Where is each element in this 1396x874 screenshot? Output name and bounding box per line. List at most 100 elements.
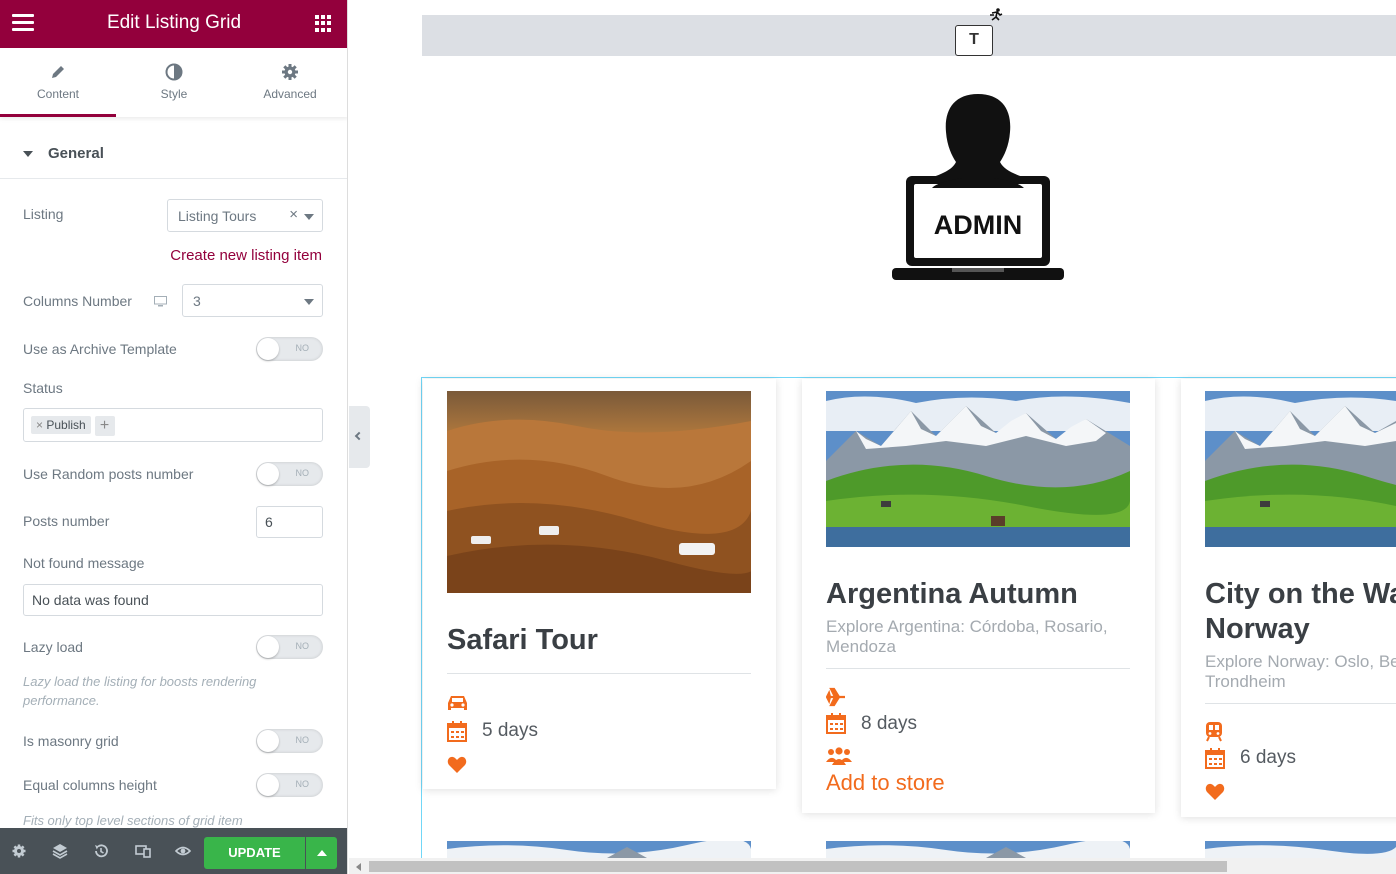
card-title-line2[interactable]: Norway: [1205, 612, 1310, 647]
panel-footer: UPDATE: [0, 828, 347, 874]
lazy-label: Lazy load: [23, 639, 83, 655]
equal-toggle[interactable]: NO: [256, 773, 323, 797]
status-tag-label: Publish: [46, 418, 86, 432]
remove-tag-icon[interactable]: ×: [36, 418, 46, 432]
notfound-label: Not found message: [23, 555, 145, 571]
mountain-image: [826, 391, 1130, 547]
pencil-icon: [52, 66, 64, 78]
status-field[interactable]: × Publish +: [23, 408, 323, 442]
chevron-down-icon: [304, 299, 314, 305]
half-circle-icon: [165, 63, 183, 81]
tab-advanced-label: Advanced: [263, 87, 317, 101]
masonry-toggle[interactable]: NO: [256, 729, 323, 753]
scrollbar-thumb[interactable]: [369, 861, 1227, 872]
tab-advanced[interactable]: Advanced: [232, 48, 347, 117]
header-section: [422, 15, 1396, 56]
panel-title: Edit Listing Grid: [106, 12, 242, 33]
equal-label: Equal columns height: [23, 777, 157, 793]
scroll-left-icon[interactable]: [356, 863, 361, 871]
desktop-icon[interactable]: [154, 296, 167, 307]
listing-label: Listing: [23, 206, 64, 222]
posts-number-input[interactable]: 6: [256, 506, 323, 538]
card-duration: 8 days: [861, 713, 917, 734]
tab-style[interactable]: Style: [116, 48, 232, 117]
notfound-input[interactable]: No data was found: [23, 584, 323, 616]
create-listing-link[interactable]: Create new listing item: [170, 247, 322, 264]
card-duration: 5 days: [482, 720, 538, 741]
card-duration: 6 days: [1240, 747, 1296, 768]
update-options-button[interactable]: [306, 837, 337, 869]
card-divider: [447, 673, 751, 674]
card-subtitle: Explore Norway: Oslo, Be: [1205, 652, 1396, 671]
safari-image: [447, 391, 751, 593]
mountain-image: [1205, 391, 1396, 547]
columns-value: 3: [193, 293, 201, 309]
calendar-icon: [826, 713, 846, 734]
admin-text: ADMIN: [934, 210, 1023, 240]
lazy-hint: Lazy load the listing for boosts renderi…: [23, 674, 257, 708]
tab-content[interactable]: Content: [0, 48, 116, 117]
panel-tabs: Content Style Advanced: [0, 48, 347, 117]
mountain-image: [447, 841, 751, 858]
chevron-down-icon: [304, 214, 314, 220]
section-general[interactable]: General: [0, 130, 347, 179]
running-man-icon: [990, 8, 1003, 21]
edit-text-label: T: [969, 31, 979, 48]
toggle-text: NO: [295, 641, 310, 651]
toggle-text: NO: [295, 468, 310, 478]
panel-header: Edit Listing Grid: [0, 0, 347, 48]
columns-select[interactable]: 3: [182, 284, 323, 317]
card-divider: [1205, 703, 1396, 704]
listing-value: Listing Tours: [178, 208, 257, 224]
horizontal-scrollbar[interactable]: [349, 858, 1396, 874]
calendar-icon: [1205, 748, 1225, 769]
chevron-left-icon: [354, 431, 364, 441]
responsive-icon[interactable]: [135, 843, 151, 859]
edit-text-button[interactable]: T: [955, 25, 993, 56]
heart-icon[interactable]: [447, 756, 467, 774]
history-icon[interactable]: [93, 843, 109, 859]
train-icon: [1206, 722, 1222, 742]
card-subtitle: Explore Argentina: Córdoba, Rosario,: [826, 617, 1108, 636]
random-toggle[interactable]: NO: [256, 462, 323, 486]
tab-style-label: Style: [160, 87, 188, 101]
clear-icon[interactable]: ×: [289, 206, 298, 223]
add-to-store-link[interactable]: Add to store: [826, 770, 945, 796]
status-tag: × Publish: [31, 416, 91, 434]
widgets-grid-icon[interactable]: [315, 15, 332, 32]
card-title[interactable]: Safari Tour: [447, 623, 598, 658]
add-tag-icon[interactable]: +: [94, 416, 115, 436]
card-title[interactable]: City on the Wa: [1205, 577, 1396, 612]
mountain-image: [826, 841, 1130, 858]
archive-label: Use as Archive Template: [23, 341, 177, 357]
caret-up-icon: [317, 850, 327, 856]
car-icon: [448, 696, 467, 710]
archive-toggle[interactable]: NO: [256, 337, 323, 361]
settings-icon[interactable]: [11, 843, 27, 859]
listing-select[interactable]: Listing Tours ×: [167, 199, 323, 232]
card-subtitle-line2: Trondheim: [1205, 672, 1286, 691]
section-title: General: [48, 145, 104, 162]
toggle-text: NO: [295, 779, 310, 789]
editor-panel: Edit Listing Grid Content Style Advanced…: [0, 0, 348, 874]
posts-label: Posts number: [23, 513, 110, 529]
eye-icon[interactable]: [175, 843, 191, 859]
heart-icon[interactable]: [1205, 783, 1225, 801]
collapse-panel-button[interactable]: [349, 406, 370, 468]
card-title[interactable]: Argentina Autumn: [826, 577, 1078, 612]
toggle-text: NO: [295, 343, 310, 353]
admin-logo: ADMIN: [892, 94, 1064, 280]
plane-icon: [826, 687, 845, 707]
caret-down-icon: [23, 151, 33, 157]
mountain-image: [1205, 841, 1396, 858]
calendar-icon: [447, 721, 467, 742]
group-icon: [826, 747, 852, 765]
update-button[interactable]: UPDATE: [204, 837, 305, 869]
layers-icon[interactable]: [52, 843, 68, 859]
masonry-label: Is masonry grid: [23, 733, 119, 749]
columns-label: Columns Number: [23, 293, 132, 309]
random-label: Use Random posts number: [23, 466, 194, 482]
lazy-toggle[interactable]: NO: [256, 635, 323, 659]
tab-content-label: Content: [36, 87, 80, 101]
gear-icon: [282, 64, 298, 80]
